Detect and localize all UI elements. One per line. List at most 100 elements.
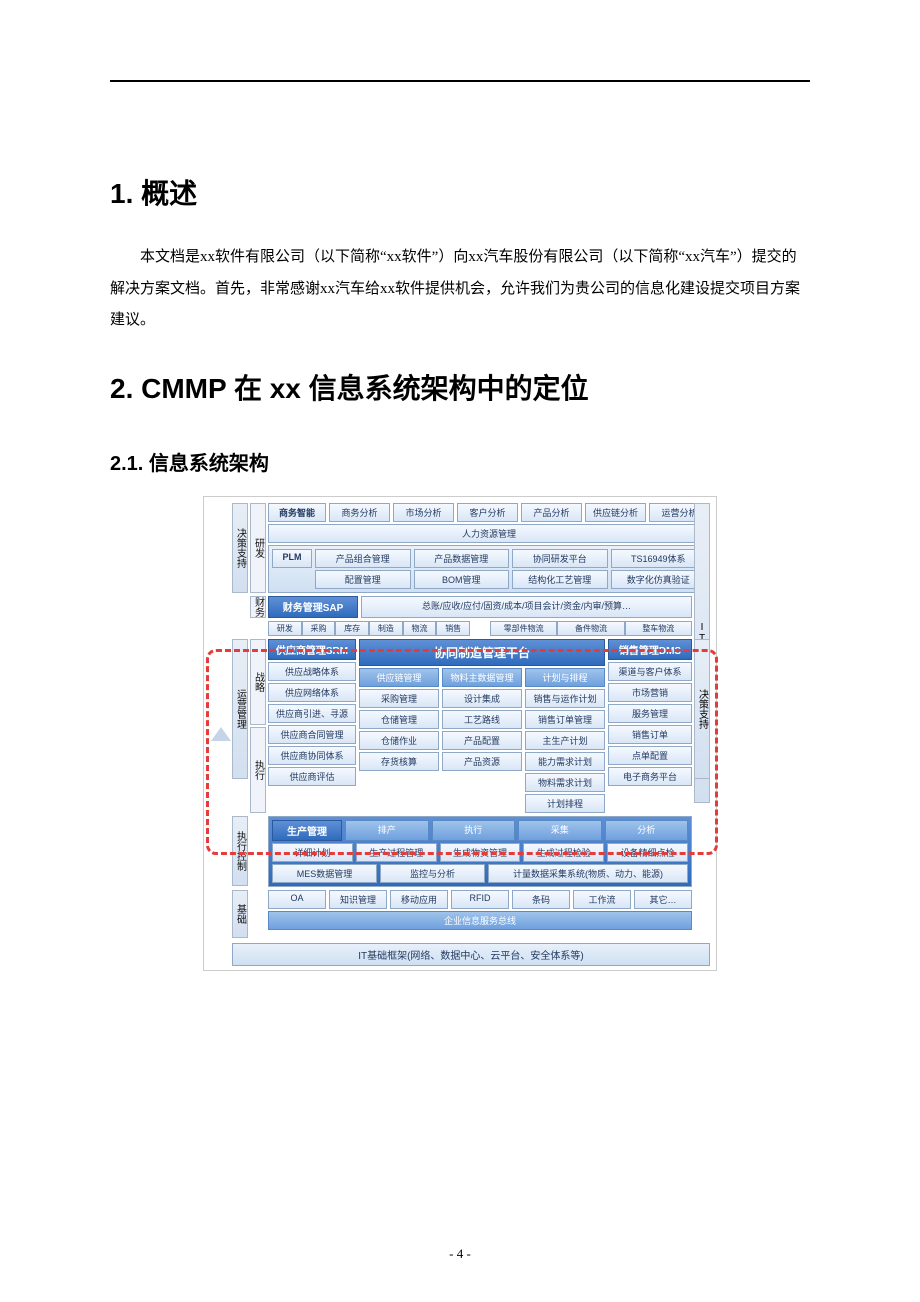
prod-item: 监控与分析 — [380, 864, 485, 883]
chev: 研发 — [268, 621, 302, 636]
chev: 库存 — [335, 621, 369, 636]
dms-item: 电子商务平台 — [608, 767, 692, 786]
left-label-fin: 财务 — [250, 596, 266, 618]
plm-item: 产品组合管理 — [315, 549, 411, 568]
heading-2: 2. CMMP 在 xx 信息系统架构中的定位 — [110, 367, 810, 407]
base-bus: 企业信息服务总线 — [268, 911, 692, 930]
plan-item: 销售订单管理 — [525, 710, 605, 729]
bi-item: 产品分析 — [521, 503, 582, 522]
scm-item: 存货核算 — [359, 752, 439, 771]
prod-chev: 分析 — [605, 820, 689, 841]
dms-item: 服务管理 — [608, 704, 692, 723]
dms-item: 市场营销 — [608, 683, 692, 702]
heading-1-num: 1. — [110, 178, 133, 209]
left-label-exec: 执行 — [250, 727, 266, 813]
bi-item: 客户分析 — [457, 503, 518, 522]
plm-item: BOM管理 — [414, 570, 510, 589]
mdm-item: 设计集成 — [442, 689, 522, 708]
plan-item: 计划排程 — [525, 794, 605, 813]
scm-item: 采购管理 — [359, 689, 439, 708]
document-page: 1. 概述 本文档是xx软件有限公司（以下简称“xx软件”）向xx汽车股份有限公… — [0, 0, 920, 1302]
chev: 备件物流 — [557, 621, 624, 636]
heading-1-title: 概述 — [141, 178, 197, 209]
bi-item: 市场分析 — [393, 503, 454, 522]
mdm-head: 物料主数据管理 — [442, 668, 522, 687]
scm-item: 仓储管理 — [359, 710, 439, 729]
plm-item: 配置管理 — [315, 570, 411, 589]
prod-item: 生产过程管理 — [356, 843, 437, 862]
prod-item: 设备精细点检 — [607, 843, 688, 862]
dms-item: 渠道与客户体系 — [608, 662, 692, 681]
base-item: 工作流 — [573, 890, 631, 909]
prod-head: 生产管理 — [272, 820, 342, 841]
left-label-ops: 运营管理 — [232, 639, 248, 779]
srm-head: 供应商管理SRM — [268, 639, 356, 660]
heading-2-1-title: 信息系统架构 — [149, 453, 269, 475]
base-item: OA — [268, 890, 326, 909]
heading-2-num: 2. — [110, 373, 133, 404]
right-label-decision: 决策支持 — [694, 639, 710, 779]
mdm-item: 产品配置 — [442, 731, 522, 750]
heading-1: 1. 概述 — [110, 172, 810, 212]
base-infra: IT基础框架(网络、数据中心、云平台、安全体系等) — [232, 943, 710, 966]
base-item: 条码 — [512, 890, 570, 909]
plan-item: 销售与运作计划 — [525, 689, 605, 708]
fin-tail: 总账/应收/应付/固资/成本/项目会计/资金/内审/预算… — [361, 596, 692, 618]
bi-head: 商务智能 — [268, 503, 326, 522]
plm-head: PLM — [272, 549, 312, 568]
scm-item: 仓储作业 — [359, 731, 439, 750]
left-label-decision: 决策支持 — [232, 503, 248, 593]
bi-item: 供应链分析 — [585, 503, 646, 522]
mdm-item: 工艺路线 — [442, 710, 522, 729]
srm-item: 供应商协同体系 — [268, 746, 356, 765]
plm-item: 结构化工艺管理 — [512, 570, 608, 589]
base-item: 知识管理 — [329, 890, 387, 909]
chev: 销售 — [436, 621, 470, 636]
fin-head: 财务管理SAP — [268, 596, 358, 618]
dms-item: 销售订单 — [608, 725, 692, 744]
prod-item: 生成物资管理 — [440, 843, 521, 862]
left-label-rd: 研发 — [250, 503, 266, 593]
chev: 整车物流 — [625, 621, 692, 636]
dms-head: 销售管理DMS — [608, 639, 692, 660]
srm-item: 供应商评估 — [268, 767, 356, 786]
chev: 采购 — [302, 621, 336, 636]
srm-item: 供应网络体系 — [268, 683, 356, 702]
paragraph-1: 本文档是xx软件有限公司（以下简称“xx软件”）向xx汽车股份有限公司（以下简称… — [110, 242, 810, 337]
top-rule — [110, 80, 810, 82]
base-item: RFID — [451, 890, 509, 909]
plan-item: 能力需求计划 — [525, 752, 605, 771]
plan-item: 主生产计划 — [525, 731, 605, 750]
chev: 物流 — [403, 621, 437, 636]
mdm-item: 产品资源 — [442, 752, 522, 771]
prod-chev: 执行 — [432, 820, 516, 841]
dms-item: 点单配置 — [608, 746, 692, 765]
plm-item: 产品数据管理 — [414, 549, 510, 568]
page-number: - 4 - — [0, 1246, 920, 1262]
hr-row: 人力资源管理 — [268, 524, 710, 543]
heading-2-title: CMMP 在 xx 信息系统架构中的定位 — [141, 373, 589, 404]
heading-2-1: 2.1. 信息系统架构 — [110, 447, 810, 476]
left-label-strat: 战略 — [250, 639, 266, 725]
prod-item: 生成过程检验 — [523, 843, 604, 862]
srm-item: 供应战略体系 — [268, 662, 356, 681]
plm-item: 协同研发平台 — [512, 549, 608, 568]
plm-item: 数字化仿真验证 — [611, 570, 707, 589]
prod-item: 详细计划 — [272, 843, 353, 862]
plan-item: 物料需求计划 — [525, 773, 605, 792]
srm-item: 供应商合同管理 — [268, 725, 356, 744]
architecture-diagram: 决策支持 研发 商务智能 商务分析 市场分析 客户分析 产品分析 供应链分析 运… — [203, 496, 717, 971]
left-arrow-block — [210, 503, 232, 966]
cmmp-head: 协同制造管理平台 — [359, 639, 605, 666]
chev: 制造 — [369, 621, 403, 636]
srm-item: 供应商引进、寻源 — [268, 704, 356, 723]
prod-item: MES数据管理 — [272, 864, 377, 883]
plan-head: 计划与排程 — [525, 668, 605, 687]
chev: 零部件物流 — [490, 621, 557, 636]
prod-chev: 排产 — [345, 820, 429, 841]
base-item: 其它… — [634, 890, 692, 909]
heading-2-1-num: 2.1. — [110, 453, 143, 475]
base-item: 移动应用 — [390, 890, 448, 909]
left-label-base: 基础 — [232, 890, 248, 938]
scm-head: 供应链管理 — [359, 668, 439, 687]
